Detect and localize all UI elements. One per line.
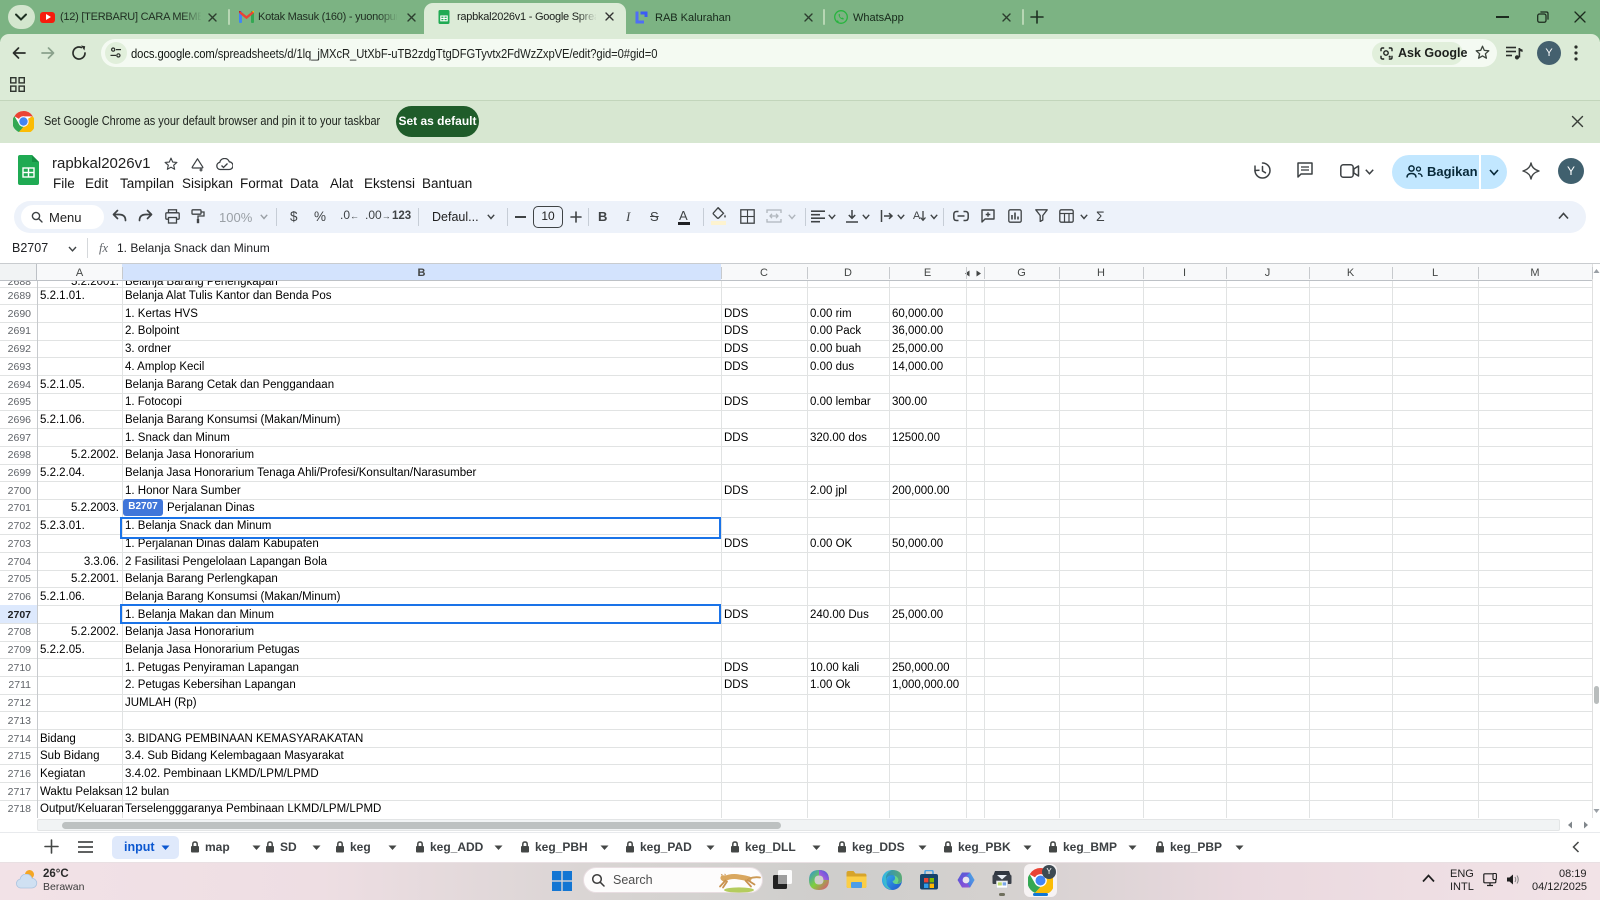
svg-text:A: A: [913, 210, 921, 222]
